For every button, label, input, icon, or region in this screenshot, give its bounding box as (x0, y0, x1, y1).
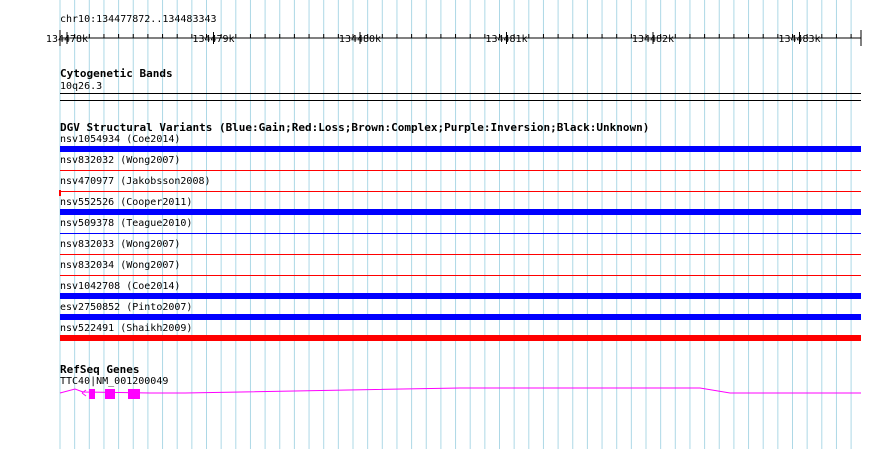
dgv-variant-label[interactable]: esv2750852 (Pinto2007) (60, 302, 192, 314)
dgv-variant-bar-gain[interactable] (60, 146, 861, 152)
dgv-variant-bar-gain[interactable] (60, 233, 861, 234)
strand-arrow-icon (81, 389, 87, 397)
dgv-variant-bar-loss[interactable] (60, 254, 861, 255)
ruler-tick-label: 134481k (485, 34, 528, 45)
cytoband-bar-top (60, 93, 861, 94)
refseq-track-title: RefSeq Genes (60, 363, 140, 376)
dgv-variant-label[interactable]: nsv832034 (Wong2007) (60, 260, 180, 272)
ruler-tick-label: 134478k (45, 34, 89, 45)
location-label: chr10:134477872..134483343 (60, 14, 217, 25)
dgv-variant-label[interactable]: nsv832032 (Wong2007) (60, 155, 180, 167)
cytoband-label: 10q26.3 (60, 81, 103, 92)
dgv-variant-marker[interactable] (59, 190, 61, 196)
dgv-variant-label[interactable]: nsv1042708 (Coe2014) (60, 281, 180, 293)
cytoband-track-title: Cytogenetic Bands (60, 67, 173, 80)
gene-intron-line (59, 387, 861, 394)
gene-model-ttc40[interactable] (0, 385, 890, 405)
dgv-variant-bar-loss[interactable] (60, 335, 861, 341)
ruler-tick-label: 134479k (192, 34, 235, 45)
dgv-variant-bar-gain[interactable] (60, 293, 861, 299)
dgv-variant-label[interactable]: nsv552526 (Cooper2011) (60, 197, 192, 209)
gene-exon[interactable] (128, 389, 140, 399)
dgv-variant-label[interactable]: nsv470977 (Jakobsson2008) (60, 176, 211, 188)
ruler-scale (59, 30, 862, 46)
dgv-variant-label[interactable]: nsv832033 (Wong2007) (60, 239, 180, 251)
gene-exon[interactable] (105, 389, 115, 399)
dgv-variant-bar-loss[interactable] (60, 275, 861, 276)
dgv-variant-label[interactable]: nsv509378 (Teague2010) (60, 218, 192, 230)
gene-exon[interactable] (89, 389, 95, 399)
dgv-track-title: DGV Structural Variants (Blue:Gain;Red:L… (60, 121, 650, 134)
dgv-variant-label[interactable]: nsv522491 (Shaikh2009) (60, 323, 192, 335)
dgv-variant-bar-gain[interactable] (60, 209, 861, 215)
dgv-variant-bar-gain[interactable] (60, 314, 861, 320)
ruler-tick-label: 134483k (778, 34, 821, 45)
dgv-variant-bar-loss[interactable] (60, 170, 861, 171)
ruler-tick-label: 134482k (631, 34, 675, 45)
dgv-variant-label[interactable]: nsv1054934 (Coe2014) (60, 134, 180, 146)
cytoband-bar-bottom (60, 100, 861, 101)
ruler-tick-label: 134480k (338, 34, 382, 45)
dgv-variant-bar-loss[interactable] (60, 191, 861, 192)
